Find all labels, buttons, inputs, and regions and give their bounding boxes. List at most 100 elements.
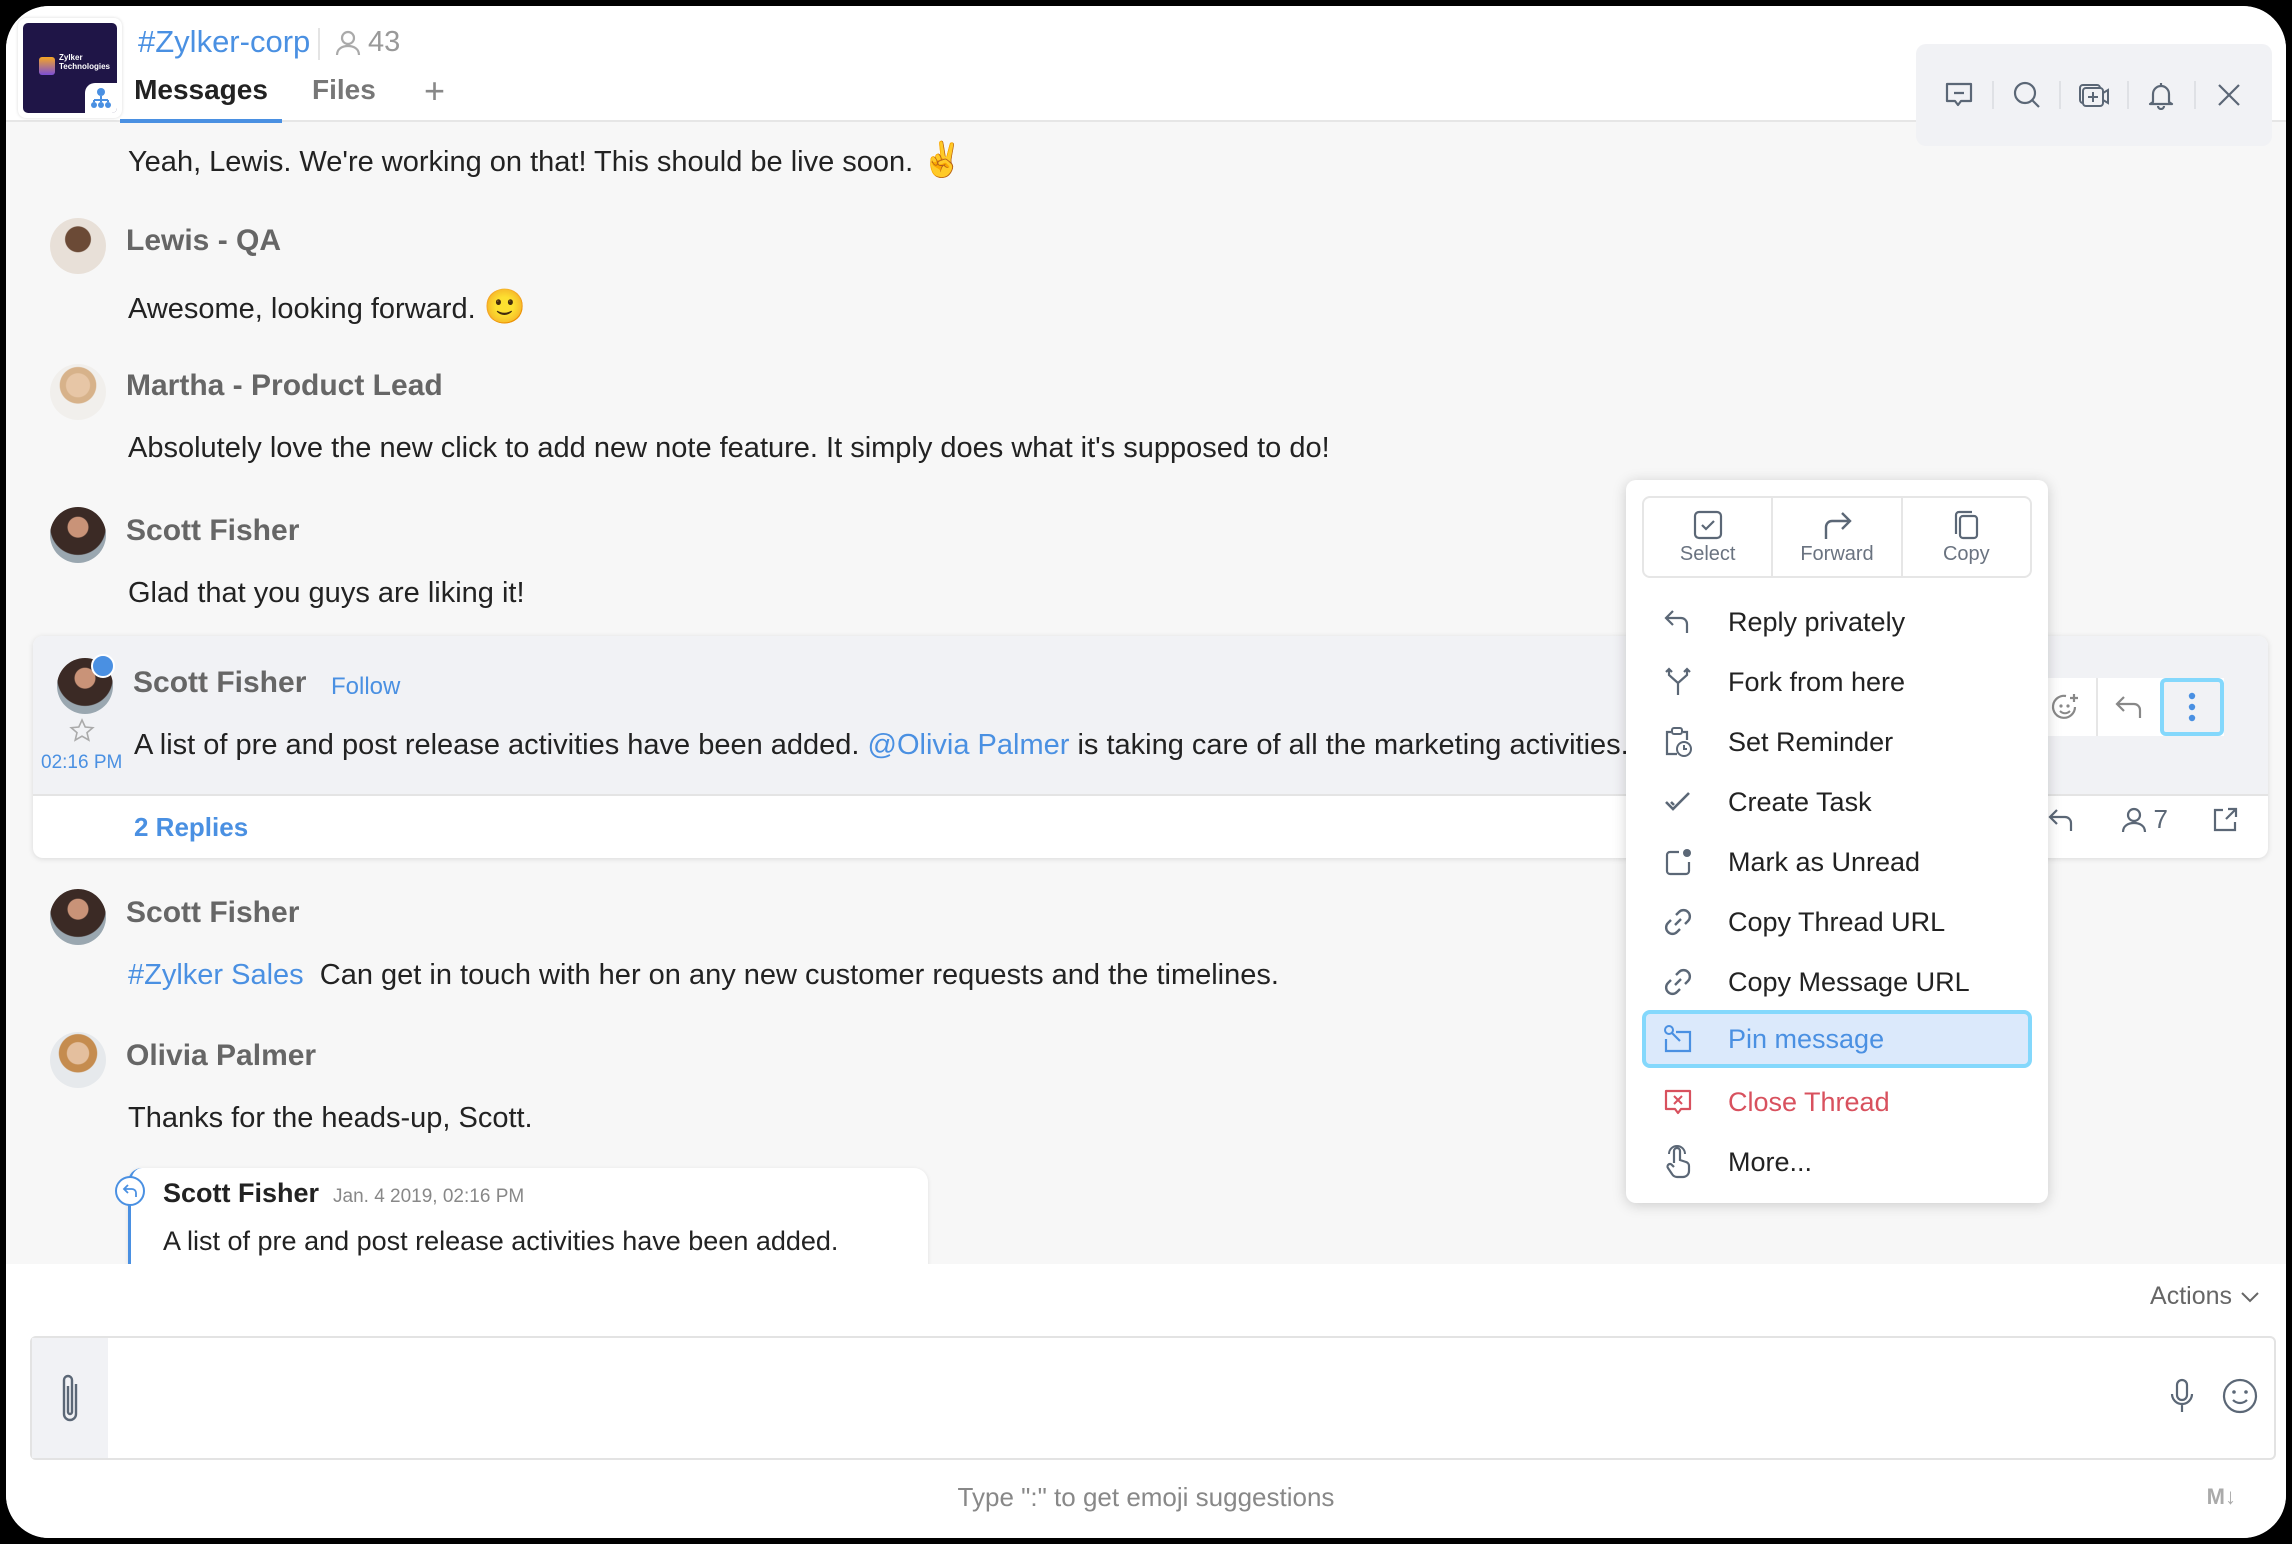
channel-link[interactable]: #Zylker Sales (128, 959, 304, 991)
bell-icon[interactable] (2135, 69, 2187, 121)
channel-title[interactable]: #Zylker-corp (138, 24, 310, 60)
victory-emoji: ✌️ (921, 141, 964, 179)
avatar-scott[interactable] (50, 889, 106, 945)
copy-icon (1955, 510, 1979, 539)
avatar-lewis[interactable] (50, 218, 106, 274)
message-text: Thanks for the heads-up, Scott. (128, 1102, 533, 1134)
context-quick-actions: Select Forward Copy (1642, 496, 2032, 578)
message-context-menu: Select Forward Copy Reply privately Fork… (1626, 480, 2048, 1203)
author-name[interactable]: Olivia Palmer (126, 1039, 316, 1073)
reminder-icon (1648, 726, 1708, 758)
emoji-icon[interactable] (2220, 1374, 2260, 1418)
message-actions (2032, 678, 2224, 736)
message-composer (30, 1336, 2276, 1460)
copy-button[interactable]: Copy (1900, 498, 2030, 576)
search-icon[interactable] (2001, 69, 2053, 121)
menu-item-copy-message-url[interactable]: Copy Message URL (1642, 954, 2032, 1010)
avatar-olivia[interactable] (50, 1032, 106, 1088)
reply-quote-icon (115, 1176, 145, 1206)
actions-dropdown[interactable]: Actions (2150, 1282, 2260, 1311)
message-text: Absolutely love the new click to add new… (128, 432, 1330, 464)
person-icon (2121, 807, 2146, 832)
message-text: Yeah, Lewis. We're working on that! This… (128, 141, 964, 179)
message-text: Glad that you guys are liking it! (128, 577, 525, 609)
person-icon (335, 30, 361, 55)
emoji-hint: Type ":" to get emoji suggestions (957, 1482, 1335, 1512)
markdown-toggle[interactable]: M↓ (2207, 1484, 2236, 1510)
logo-text: Zylker Technologies (59, 53, 110, 71)
forward-icon (1824, 511, 1852, 539)
thread-badge-icon (91, 654, 115, 678)
open-thread-icon[interactable] (2212, 807, 2238, 833)
menu-item-copy-thread-url[interactable]: Copy Thread URL (1642, 894, 2032, 950)
avatar-martha[interactable] (50, 364, 106, 420)
quote-author: Scott Fisher (163, 1178, 320, 1208)
author-name[interactable]: Scott Fisher (133, 666, 306, 700)
author-name[interactable]: Scott Fisher (126, 514, 299, 548)
menu-item-create-task[interactable]: Create Task (1642, 774, 2032, 830)
task-icon (1648, 789, 1708, 815)
reply-icon[interactable] (2047, 807, 2076, 833)
author-name[interactable]: Scott Fisher (126, 896, 299, 930)
select-button[interactable]: Select (1644, 498, 1771, 576)
checkbox-icon (1693, 510, 1722, 539)
menu-item-set-reminder[interactable]: Set Reminder (1642, 714, 2032, 770)
tab-files[interactable]: Files (312, 74, 376, 116)
participants-count[interactable]: 7 (2120, 804, 2168, 835)
close-thread-icon (1648, 1087, 1708, 1117)
reply-icon[interactable] (2096, 678, 2160, 736)
attachment-button[interactable] (32, 1338, 108, 1458)
thread-icon[interactable] (1933, 69, 1985, 121)
menu-item-more[interactable]: More... (1642, 1134, 2032, 1190)
logo-cube-icon (39, 57, 55, 75)
quoted-message[interactable]: Scott Fisher Jan. 4 2019, 02:16 PM A lis… (115, 1168, 928, 1278)
logo-image: Zylker Technologies (23, 23, 117, 113)
toolbar-divider (2059, 81, 2062, 109)
reply-icon (1648, 608, 1708, 636)
member-count[interactable]: 43 (334, 26, 400, 59)
message-text: Awesome, looking forward. 🙂 (128, 288, 527, 326)
fork-icon (1648, 667, 1708, 697)
menu-item-mark-unread[interactable]: Mark as Unread (1642, 834, 2032, 890)
forward-button[interactable]: Forward (1771, 498, 1900, 576)
channel-logo[interactable]: Zylker Technologies (18, 18, 122, 118)
add-video-icon[interactable] (2068, 69, 2120, 121)
menu-item-fork[interactable]: Fork from here (1642, 654, 2032, 710)
follow-button[interactable]: Follow (331, 673, 400, 701)
quote-text: A list of pre and post release activitie… (163, 1226, 839, 1256)
composer-icons (2168, 1374, 2260, 1418)
menu-item-pin-message[interactable]: Pin message (1642, 1010, 2032, 1068)
unread-icon (1648, 847, 1708, 877)
star-icon[interactable] (69, 718, 95, 744)
title-divider (318, 28, 320, 60)
add-tab-button[interactable]: + (424, 70, 445, 122)
replies-link[interactable]: 2 Replies (134, 812, 248, 843)
member-count-value: 43 (368, 26, 401, 58)
paperclip-icon (62, 1374, 78, 1422)
chevron-down-icon (2241, 1291, 2259, 1302)
menu-item-close-thread[interactable]: Close Thread (1642, 1074, 2032, 1130)
toolbar-divider (2126, 81, 2129, 109)
smile-emoji: 🙂 (483, 288, 527, 326)
tab-messages[interactable]: Messages (120, 74, 282, 123)
quote-date: Jan. 4 2019, 02:16 PM (333, 1186, 525, 1207)
author-name[interactable]: Lewis - QA (126, 224, 281, 258)
menu-item-reply-privately[interactable]: Reply privately (1642, 594, 2032, 650)
close-icon[interactable] (2203, 69, 2255, 121)
link-icon (1648, 906, 1708, 938)
message-input[interactable] (112, 1338, 2142, 1458)
mention-link[interactable]: @Olivia Palmer (868, 729, 1070, 761)
composer-area: Actions Type ":" to get emoji suggestion… (6, 1264, 2286, 1538)
message-text: #Zylker Sales Can get in touch with her … (128, 959, 1279, 991)
microphone-icon[interactable] (2168, 1374, 2196, 1418)
author-name[interactable]: Martha - Product Lead (126, 369, 443, 403)
toolbar-divider (2193, 81, 2196, 109)
more-options-icon[interactable] (2160, 678, 2224, 736)
link-icon (1648, 966, 1708, 998)
avatar-scott[interactable] (50, 507, 106, 563)
toolbar-divider (1991, 81, 1994, 109)
hand-pointer-icon (1648, 1145, 1708, 1179)
pin-icon (1648, 1024, 1708, 1054)
channel-header: Zylker Technologies #Zylker-corp 43 Mess… (6, 6, 2286, 146)
org-chart-icon (85, 83, 117, 113)
